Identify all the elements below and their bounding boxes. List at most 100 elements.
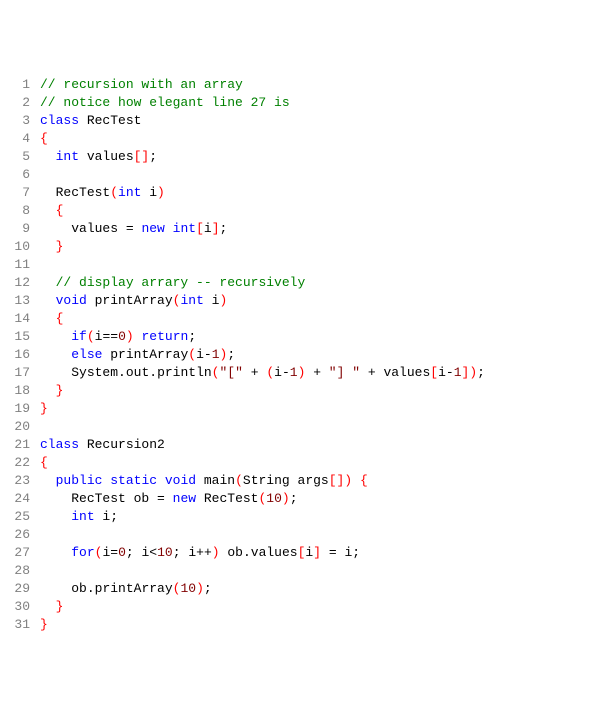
code-content: { [40, 130, 611, 148]
indent [40, 491, 71, 506]
token-keyword: class [40, 437, 79, 452]
token-comment: // notice how elegant line 27 is [40, 95, 290, 110]
token-op: - [446, 365, 454, 380]
indent [40, 311, 56, 326]
token-ident: i [438, 365, 446, 380]
token-paren: ) [126, 329, 134, 344]
code-line: 12 // display arrary -- recursively [4, 274, 611, 292]
code-line: 4{ [4, 130, 611, 148]
token-brace: } [40, 401, 48, 416]
token-semi: ; [290, 491, 298, 506]
indent [40, 383, 56, 398]
line-number: 17 [4, 364, 40, 382]
indent [40, 545, 71, 560]
line-number: 6 [4, 166, 40, 184]
token-ident [243, 365, 251, 380]
token-semi: ; [110, 509, 118, 524]
code-content: { [40, 202, 611, 220]
code-content [40, 166, 611, 184]
token-ident: i [204, 293, 220, 308]
token-ident [165, 221, 173, 236]
code-content: else printArray(i-1); [40, 346, 611, 364]
indent [40, 473, 56, 488]
token-ident: ob [220, 545, 243, 560]
token-brace: { [40, 455, 48, 470]
token-brace: } [56, 599, 64, 614]
token-semi: ; [188, 329, 196, 344]
code-content: // display arrary -- recursively [40, 274, 611, 292]
token-bracket: [] [329, 473, 345, 488]
token-type: void [56, 293, 87, 308]
token-ident: i [95, 509, 111, 524]
token-semi: ; [126, 545, 142, 560]
indent [40, 509, 71, 524]
code-content: System.out.println("[" + (i-1) + "] " + … [40, 364, 611, 382]
token-ident [134, 329, 142, 344]
indent [40, 239, 56, 254]
token-ident: RecTest [56, 185, 111, 200]
line-number: 13 [4, 292, 40, 310]
token-string: "[" [219, 365, 242, 380]
token-bracket: ] [212, 221, 220, 236]
code-line: 23 public static void main(String args[]… [4, 472, 611, 490]
indent [40, 203, 56, 218]
token-semi: ; [220, 221, 228, 236]
token-brace: { [40, 131, 48, 146]
line-number: 18 [4, 382, 40, 400]
code-line: 6 [4, 166, 611, 184]
code-line: 15 if(i==0) return; [4, 328, 611, 346]
token-ident: printArray [102, 347, 188, 362]
code-content: if(i==0) return; [40, 328, 611, 346]
token-brace: } [56, 239, 64, 254]
token-ident [321, 545, 329, 560]
code-line: 10 } [4, 238, 611, 256]
token-ident: i [188, 545, 196, 560]
line-number: 16 [4, 346, 40, 364]
code-line: 3class RecTest [4, 112, 611, 130]
code-line: 11 [4, 256, 611, 274]
token-paren: ) [157, 185, 165, 200]
token-semi: ; [477, 365, 485, 380]
line-number: 1 [4, 76, 40, 94]
token-ident: values [71, 221, 126, 236]
token-paren: ) [196, 581, 204, 596]
token-ident: String args [243, 473, 329, 488]
token-ident [360, 365, 368, 380]
token-bracket: ] [313, 545, 321, 560]
token-ident: RecTest [79, 113, 141, 128]
token-op: = [157, 491, 173, 506]
token-comment: // display arrary -- recursively [56, 275, 306, 290]
code-content: // notice how elegant line 27 is [40, 94, 611, 112]
code-content: public static void main(String args[]) { [40, 472, 611, 490]
token-paren: ) [212, 545, 220, 560]
token-type: int [56, 149, 79, 164]
indent [40, 581, 71, 596]
code-content: ob.printArray(10); [40, 580, 611, 598]
token-bracket: [] [134, 149, 150, 164]
token-ident: printArray [95, 581, 173, 596]
code-line: 5 int values[]; [4, 148, 611, 166]
token-comment: // recursion with an array [40, 77, 243, 92]
line-number: 7 [4, 184, 40, 202]
line-number: 11 [4, 256, 40, 274]
code-content: { [40, 454, 611, 472]
code-content: RecTest(int i) [40, 184, 611, 202]
code-line: 16 else printArray(i-1); [4, 346, 611, 364]
code-line: 25 int i; [4, 508, 611, 526]
line-number: 28 [4, 562, 40, 580]
code-content: for(i=0; i<10; i++) ob.values[i] = i; [40, 544, 611, 562]
code-content: { [40, 310, 611, 328]
token-keyword: public [56, 473, 103, 488]
code-content: int values[]; [40, 148, 611, 166]
token-brace: { [56, 311, 64, 326]
code-content [40, 256, 611, 274]
code-content: void printArray(int i) [40, 292, 611, 310]
indent [40, 293, 56, 308]
code-content: int i; [40, 508, 611, 526]
line-number: 23 [4, 472, 40, 490]
indent [40, 149, 56, 164]
token-number: 0 [118, 545, 126, 560]
token-number: 1 [212, 347, 220, 362]
token-type: int [180, 293, 203, 308]
code-line: 20 [4, 418, 611, 436]
